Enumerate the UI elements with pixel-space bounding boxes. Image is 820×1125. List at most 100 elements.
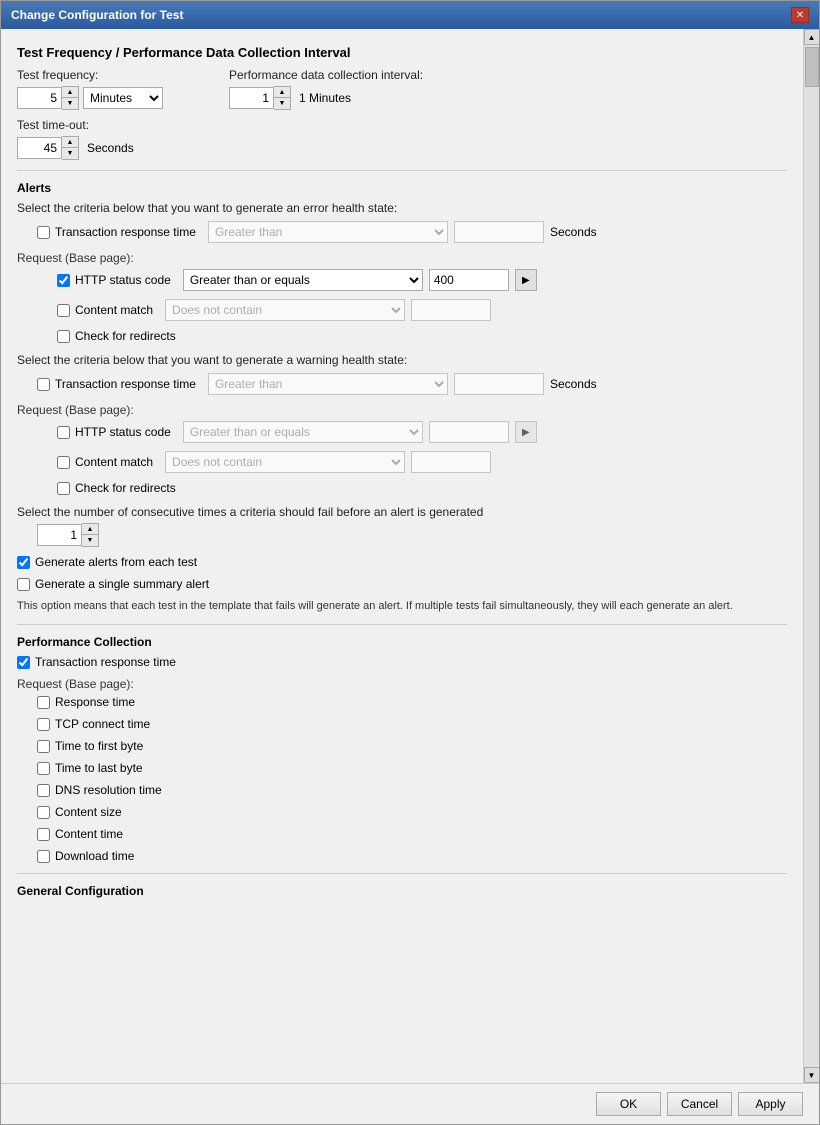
timeout-input[interactable]: 45	[17, 137, 62, 159]
time-last-byte-label: Time to last byte	[55, 761, 143, 775]
generate-single-check[interactable]	[17, 578, 30, 591]
download-time-check[interactable]	[37, 850, 50, 863]
perf-data-input[interactable]: 1	[229, 87, 274, 109]
window-title: Change Configuration for Test	[11, 8, 183, 22]
warning-content-checkbox[interactable]: Content match	[57, 455, 153, 469]
error-redirects-label: Check for redirects	[75, 329, 176, 343]
perf-up-btn[interactable]: ▲	[274, 87, 290, 98]
perf-data-unit: 1 Minutes	[299, 91, 351, 105]
response-time-label: Response time	[55, 695, 135, 709]
error-transaction-unit: Seconds	[550, 225, 597, 239]
test-frequency-input[interactable]: 5	[17, 87, 62, 109]
tcp-connect-label: TCP connect time	[55, 717, 150, 731]
warning-content-operator[interactable]: Does not contain	[165, 451, 405, 473]
perf-down-btn[interactable]: ▼	[274, 98, 290, 109]
scrollbar-thumb[interactable]	[805, 47, 819, 87]
title-bar: Change Configuration for Test ✕	[1, 1, 819, 29]
test-frequency-label: Test frequency:	[17, 68, 163, 82]
error-content-value[interactable]	[411, 299, 491, 321]
footer-bar: OK Cancel Apply	[1, 1083, 819, 1124]
warning-criteria-label: Select the criteria below that you want …	[17, 353, 787, 367]
scrollbar-track	[804, 45, 819, 1067]
warning-http-operator[interactable]: Greater than or equals	[183, 421, 423, 443]
error-transaction-value[interactable]	[454, 221, 544, 243]
timeout-unit: Seconds	[87, 141, 134, 155]
error-redirects-checkbox[interactable]: Check for redirects	[57, 329, 176, 343]
error-content-operator[interactable]: Does not contain	[165, 299, 405, 321]
apply-button[interactable]: Apply	[738, 1092, 803, 1116]
warning-http-arrow-btn[interactable]: ▶	[515, 421, 537, 443]
ok-button[interactable]: OK	[596, 1092, 661, 1116]
error-http-value[interactable]: 400	[429, 269, 509, 291]
warning-content-value[interactable]	[411, 451, 491, 473]
warning-redirects-check[interactable]	[57, 482, 70, 495]
dns-resolution-checkbox[interactable]: DNS resolution time	[37, 783, 162, 797]
warning-content-check[interactable]	[57, 456, 70, 469]
error-content-checkbox[interactable]: Content match	[57, 303, 153, 317]
generate-each-label: Generate alerts from each test	[35, 555, 197, 569]
scrollbar-up-btn[interactable]: ▲	[804, 29, 820, 45]
warning-transaction-value[interactable]	[454, 373, 544, 395]
response-time-checkbox[interactable]: Response time	[37, 695, 135, 709]
perf-collection-title: Performance Collection	[17, 635, 787, 649]
error-redirects-check[interactable]	[57, 330, 70, 343]
time-first-byte-label: Time to first byte	[55, 739, 143, 753]
error-transaction-check[interactable]	[37, 226, 50, 239]
frequency-up-btn[interactable]: ▲	[62, 87, 78, 98]
content-time-checkbox[interactable]: Content time	[37, 827, 123, 841]
warning-http-checkbox[interactable]: HTTP status code	[57, 425, 171, 439]
frequency-down-btn[interactable]: ▼	[62, 98, 78, 109]
warning-transaction-unit: Seconds	[550, 377, 597, 391]
warning-transaction-label: Transaction response time	[55, 377, 196, 391]
warning-transaction-check[interactable]	[37, 378, 50, 391]
download-time-checkbox[interactable]: Download time	[37, 849, 134, 863]
time-first-byte-check[interactable]	[37, 740, 50, 753]
perf-transaction-check[interactable]	[17, 656, 30, 669]
error-transaction-operator[interactable]: Greater than	[208, 221, 448, 243]
error-http-checkbox[interactable]: HTTP status code	[57, 273, 171, 287]
consecutive-up-btn[interactable]: ▲	[82, 524, 98, 535]
content-size-checkbox[interactable]: Content size	[37, 805, 122, 819]
generate-each-checkbox[interactable]: Generate alerts from each test	[17, 555, 197, 569]
error-request-label: Request (Base page):	[17, 251, 787, 265]
error-content-check[interactable]	[57, 304, 70, 317]
error-http-operator[interactable]: Greater than or equals Greater than Less…	[183, 269, 423, 291]
content-time-label: Content time	[55, 827, 123, 841]
warning-transaction-operator[interactable]: Greater than	[208, 373, 448, 395]
perf-transaction-label: Transaction response time	[35, 655, 176, 669]
generate-each-check[interactable]	[17, 556, 30, 569]
error-transaction-checkbox[interactable]: Transaction response time	[37, 225, 196, 239]
general-config-title: General Configuration	[17, 884, 787, 898]
tcp-connect-checkbox[interactable]: TCP connect time	[37, 717, 150, 731]
download-time-label: Download time	[55, 849, 134, 863]
scrollbar-down-btn[interactable]: ▼	[804, 1067, 820, 1083]
generate-single-label: Generate a single summary alert	[35, 577, 209, 591]
time-last-byte-checkbox[interactable]: Time to last byte	[37, 761, 143, 775]
dns-resolution-check[interactable]	[37, 784, 50, 797]
warning-content-label: Content match	[75, 455, 153, 469]
warning-http-check[interactable]	[57, 426, 70, 439]
error-criteria-label: Select the criteria below that you want …	[17, 201, 787, 215]
consecutive-down-btn[interactable]: ▼	[82, 535, 98, 546]
scrollbar[interactable]: ▲ ▼	[803, 29, 819, 1083]
consecutive-label: Select the number of consecutive times a…	[17, 505, 787, 519]
warning-transaction-checkbox[interactable]: Transaction response time	[37, 377, 196, 391]
time-last-byte-check[interactable]	[37, 762, 50, 775]
tcp-connect-check[interactable]	[37, 718, 50, 731]
frequency-unit-select[interactable]: Minutes Hours	[83, 87, 163, 109]
error-http-check[interactable]	[57, 274, 70, 287]
content-time-check[interactable]	[37, 828, 50, 841]
consecutive-input[interactable]: 1	[37, 524, 82, 546]
perf-transaction-checkbox[interactable]: Transaction response time	[17, 655, 176, 669]
generate-single-checkbox[interactable]: Generate a single summary alert	[17, 577, 209, 591]
content-size-check[interactable]	[37, 806, 50, 819]
close-button[interactable]: ✕	[791, 7, 809, 23]
timeout-up-btn[interactable]: ▲	[62, 137, 78, 148]
warning-http-value[interactable]	[429, 421, 509, 443]
warning-redirects-checkbox[interactable]: Check for redirects	[57, 481, 176, 495]
response-time-check[interactable]	[37, 696, 50, 709]
time-first-byte-checkbox[interactable]: Time to first byte	[37, 739, 143, 753]
error-http-arrow-btn[interactable]: ▶	[515, 269, 537, 291]
timeout-down-btn[interactable]: ▼	[62, 148, 78, 159]
cancel-button[interactable]: Cancel	[667, 1092, 732, 1116]
